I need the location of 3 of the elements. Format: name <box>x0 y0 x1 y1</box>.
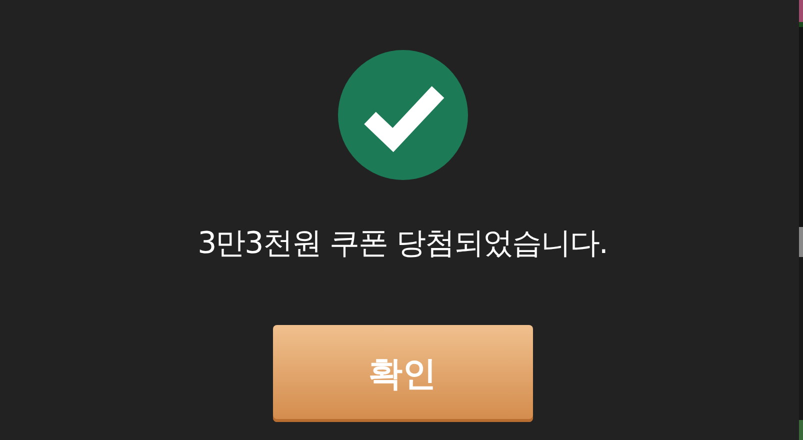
checkmark-icon <box>338 50 468 180</box>
confirm-button[interactable]: 확인 <box>272 325 532 422</box>
success-message: 3만3천원 쿠폰 당첨되었습니다. <box>198 226 608 262</box>
